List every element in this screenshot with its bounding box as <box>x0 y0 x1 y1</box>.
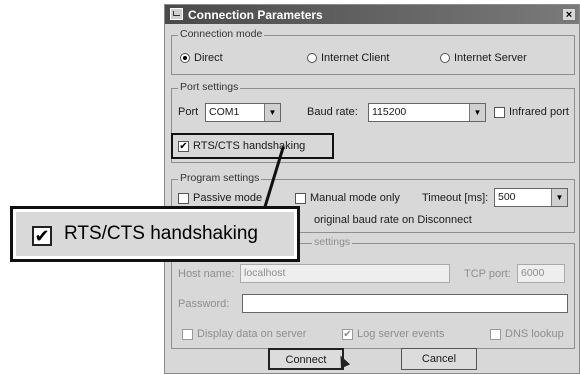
password-input[interactable] <box>242 294 568 313</box>
connect-button[interactable]: Connect <box>268 348 344 370</box>
rts-cts-zoom-callout: ✔ RTS/CTS handshaking <box>10 206 300 262</box>
display-data-checkbox[interactable]: Display data on server <box>182 328 306 340</box>
restore-baud-label: original baud rate on Disconnect <box>314 214 472 226</box>
display-data-check-icon[interactable] <box>182 328 193 340</box>
callout-label: RTS/CTS handshaking <box>64 223 258 244</box>
password-label: Password: <box>178 298 230 310</box>
dns-lookup-check-icon[interactable] <box>490 328 501 340</box>
close-icon[interactable]: × <box>562 8 576 21</box>
internet-settings-title: settings <box>312 236 353 248</box>
app-icon <box>170 8 183 20</box>
radio-internet-client-label: Internet Client <box>321 52 390 64</box>
passive-mode-check-icon[interactable] <box>178 192 189 204</box>
timeout-label: Timeout [ms]: <box>422 192 489 204</box>
manual-mode-label: Manual mode only <box>310 192 400 204</box>
port-label: Port <box>178 106 199 118</box>
passive-mode-label: Passive mode <box>193 192 263 204</box>
port-dropdown-icon[interactable]: ▼ <box>264 104 280 121</box>
radio-internet-server-label: Internet Server <box>454 52 527 64</box>
radio-internet-server-icon[interactable] <box>440 53 450 64</box>
connection-mode-title: Connection mode <box>178 28 265 40</box>
host-name-value: localhost <box>244 267 286 279</box>
timeout-dropdown-icon[interactable]: ▼ <box>551 189 567 206</box>
timeout-select[interactable]: 500 ▼ <box>494 188 568 207</box>
radio-direct-icon[interactable] <box>180 53 190 64</box>
infrared-port-label: Infrared port <box>509 106 569 118</box>
radio-internet-client-icon[interactable] <box>307 53 317 64</box>
cancel-button[interactable]: Cancel <box>401 348 477 370</box>
radio-direct[interactable]: Direct <box>180 52 223 64</box>
radio-internet-client[interactable]: Internet Client <box>307 52 389 64</box>
callout-check-icon: ✔ <box>32 226 52 246</box>
manual-mode-check-icon[interactable] <box>295 192 306 204</box>
dns-lookup-label: DNS lookup <box>505 328 564 340</box>
port-settings-title: Port settings <box>178 81 241 93</box>
dialog-title: Connection Parameters <box>188 8 323 22</box>
radio-internet-server[interactable]: Internet Server <box>440 52 527 64</box>
log-events-checkbox[interactable]: ✔ Log server events <box>342 328 444 340</box>
tcp-port-input[interactable]: 6000 <box>517 264 565 283</box>
tcp-port-value: 6000 <box>521 267 545 279</box>
baud-rate-select[interactable]: 115200 ▼ <box>368 103 486 122</box>
infrared-port-check-icon[interactable] <box>494 106 505 118</box>
rts-cts-highlight-frame <box>171 133 334 159</box>
title-bar: Connection Parameters × <box>165 5 579 24</box>
baud-rate-dropdown-icon[interactable]: ▼ <box>469 104 485 121</box>
baud-rate-label: Baud rate: <box>307 106 358 118</box>
connection-parameters-dialog: Connection Parameters × Connection mode … <box>164 4 580 374</box>
host-name-label: Host name: <box>178 268 235 280</box>
display-data-label: Display data on server <box>197 328 307 340</box>
program-settings-title: Program settings <box>178 172 262 184</box>
dns-lookup-checkbox[interactable]: DNS lookup <box>490 328 564 340</box>
manual-mode-checkbox[interactable]: Manual mode only <box>295 192 400 204</box>
radio-direct-label: Direct <box>194 52 223 64</box>
port-select[interactable]: COM1 ▼ <box>205 103 281 122</box>
port-value: COM1 <box>209 106 240 118</box>
log-events-check-icon[interactable]: ✔ <box>342 328 353 340</box>
tcp-port-label: TCP port: <box>464 268 511 280</box>
host-name-input[interactable]: localhost <box>240 264 450 283</box>
passive-mode-checkbox[interactable]: Passive mode <box>178 192 262 204</box>
connection-mode-group: Connection mode Direct Internet Client I… <box>171 28 575 75</box>
infrared-port-checkbox[interactable]: Infrared port <box>494 106 569 118</box>
timeout-value: 500 <box>498 191 516 203</box>
log-events-label: Log server events <box>357 328 445 340</box>
callout-background: ✔ RTS/CTS handshaking <box>16 212 294 256</box>
baud-rate-value: 115200 <box>372 106 407 118</box>
